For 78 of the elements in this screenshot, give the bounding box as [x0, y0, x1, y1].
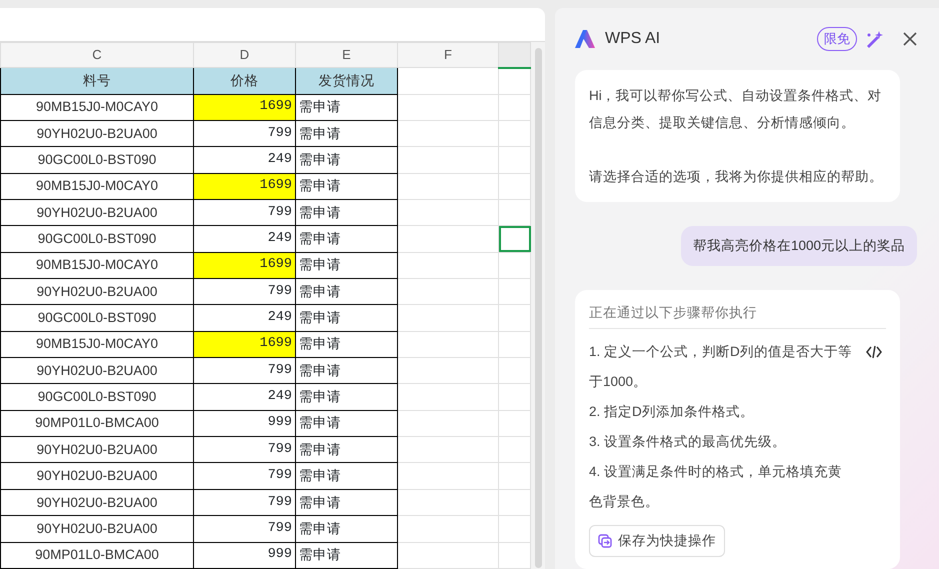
table-cell: 249 — [194, 146, 296, 174]
table-cell: 需申请 — [296, 278, 398, 305]
table-cell: 需申请 — [296, 358, 398, 384]
table-cell: 90YH02U0-B2UA00 — [0, 200, 194, 226]
table-cell: 90MB15J0-M0CAY0 — [0, 94, 194, 121]
table-cell: 1699 — [194, 94, 296, 121]
close-icon[interactable] — [903, 32, 917, 46]
panel-title: WPS AI — [605, 28, 660, 49]
header-cell: 发货情况 — [296, 68, 398, 94]
table-cell: 需申请 — [296, 410, 398, 437]
column-header[interactable]: C — [0, 42, 194, 68]
table-cell: 799 — [194, 489, 296, 516]
step-text: 1. 定义一个公式，判断D列的值是否大于等于1000。 — [589, 343, 853, 391]
logo-icon — [575, 30, 597, 48]
table-cell: 799 — [194, 278, 296, 305]
step-text: 2. 指定D列添加条件格式。 — [589, 403, 755, 421]
table-cell: 1699 — [194, 173, 296, 200]
table-cell: 90YH02U0-B2UA00 — [0, 278, 194, 305]
table-cell: 需申请 — [296, 120, 398, 147]
table-cell: 需申请 — [296, 146, 398, 174]
selected-cell[interactable] — [498, 226, 530, 252]
step-text: 3. 设置条件格式的最高优先级。 — [589, 433, 788, 451]
table-cell: 1699 — [194, 331, 296, 358]
table-cell: 需申请 — [296, 94, 398, 121]
table-cell: 需申请 — [296, 331, 398, 358]
greeting-message: Hi，我可以帮你写公式、自动设置条件格式、对信息分类、提取关键信息、分析情感倾向。 请选择合适的选项，我将为你提供相应的帮助。 — [575, 70, 900, 202]
table-cell: 999 — [194, 542, 296, 568]
header-cell: 料号 — [0, 68, 194, 94]
table-cell: 需申请 — [296, 226, 398, 252]
table-cell: 249 — [194, 384, 296, 410]
table-cell: 799 — [194, 120, 296, 147]
table-cell: 90YH02U0-B2UA00 — [0, 358, 194, 384]
step-text: 4. 设置满足条件时的格式，单元格填充黄色背景色。 — [589, 463, 844, 511]
code-icon[interactable] — [866, 345, 882, 359]
table-cell: 799 — [194, 358, 296, 384]
table-cell: 需申请 — [296, 542, 398, 568]
table-cell: 90MB15J0-M0CAY0 — [0, 331, 194, 358]
table-cell: 需申请 — [296, 252, 398, 279]
save-shortcut-button[interactable]: 保存为快捷操作 — [589, 525, 725, 557]
table-cell: 90GC00L0-BST090 — [0, 384, 194, 410]
magic-wand-icon[interactable] — [865, 30, 885, 48]
table-cell: 90MP01L0-BMCA00 — [0, 410, 194, 437]
table-cell: 90YH02U0-B2UA00 — [0, 489, 194, 516]
table-cell: 需申请 — [296, 173, 398, 200]
table-cell: 249 — [194, 304, 296, 332]
table-cell: 90YH02U0-B2UA00 — [0, 436, 194, 463]
free-badge: 限免 — [817, 27, 857, 51]
table-cell: 90YH02U0-B2UA00 — [0, 120, 194, 147]
table-cell: 999 — [194, 410, 296, 437]
table-cell: 90MP01L0-BMCA00 — [0, 542, 194, 568]
save-icon — [598, 534, 612, 548]
table-cell: 需申请 — [296, 200, 398, 226]
column-header[interactable]: F — [398, 42, 498, 68]
table-cell: 90GC00L0-BST090 — [0, 146, 194, 174]
table-cell: 249 — [194, 226, 296, 252]
column-header[interactable] — [498, 42, 530, 68]
table-cell: 需申请 — [296, 384, 398, 410]
user-message: 帮我高亮价格在1000元以上的奖品 — [680, 226, 917, 266]
table-cell: 需申请 — [296, 436, 398, 463]
table-cell: 需申请 — [296, 304, 398, 332]
table-cell: 90MB15J0-M0CAY0 — [0, 252, 194, 279]
table-cell: 90YH02U0-B2UA00 — [0, 516, 194, 542]
column-header[interactable]: D — [194, 42, 296, 68]
header-cell: 价格 — [194, 68, 296, 94]
table-cell: 90YH02U0-B2UA00 — [0, 462, 194, 490]
table-cell: 799 — [194, 200, 296, 226]
table-cell: 需申请 — [296, 489, 398, 516]
table-cell: 799 — [194, 436, 296, 463]
column-header[interactable]: E — [296, 42, 398, 68]
table-cell: 90MB15J0-M0CAY0 — [0, 173, 194, 200]
table-cell: 799 — [194, 516, 296, 542]
table-cell: 799 — [194, 462, 296, 490]
table-cell: 需申请 — [296, 516, 398, 542]
table-cell: 1699 — [194, 252, 296, 279]
table-cell: 90GC00L0-BST090 — [0, 226, 194, 252]
table-cell: 90GC00L0-BST090 — [0, 304, 194, 332]
table-cell: 需申请 — [296, 462, 398, 490]
reply-heading: 正在通过以下步骤帮你执行 — [589, 302, 886, 329]
